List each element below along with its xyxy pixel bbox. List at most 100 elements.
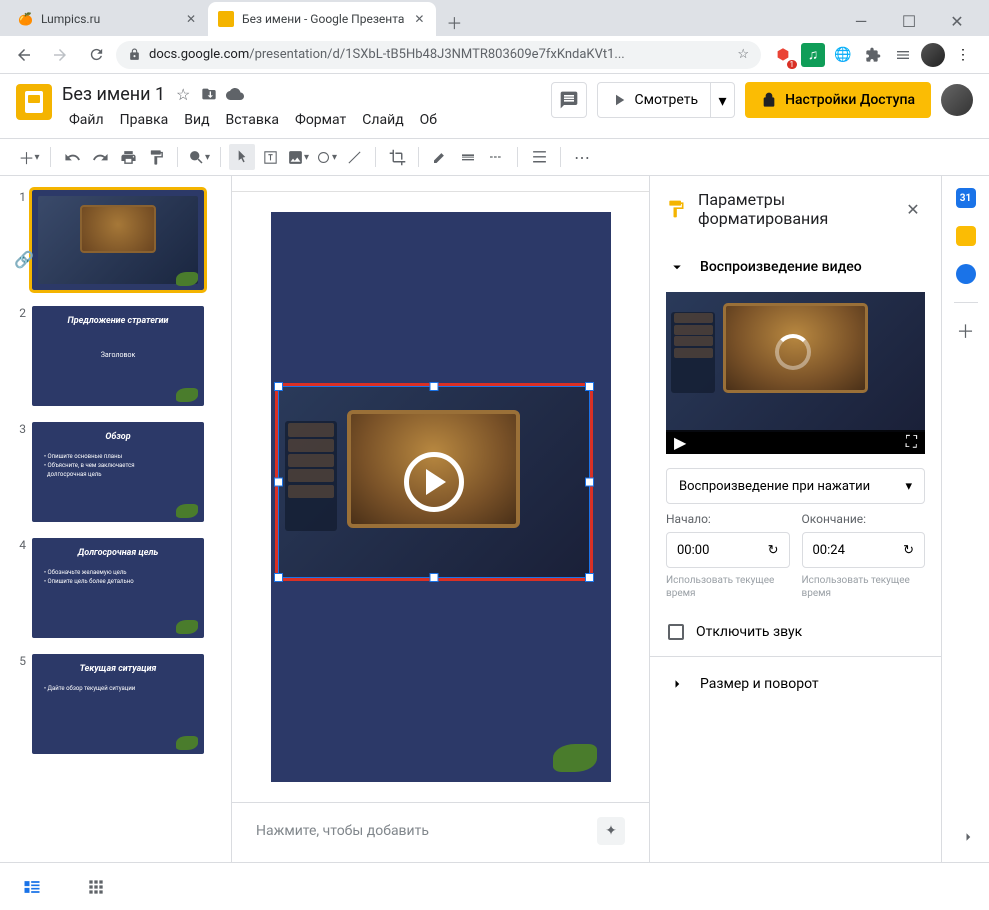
profile-avatar[interactable] (921, 43, 945, 67)
menu-insert[interactable]: Вставка (219, 108, 286, 132)
new-slide-button[interactable]: ＋ ▾ (16, 144, 42, 170)
menu-edit[interactable]: Правка (113, 108, 176, 132)
zoom-button[interactable]: ▾ (186, 144, 212, 170)
crop-tool[interactable] (384, 144, 410, 170)
minimize-button[interactable]: — (841, 6, 881, 36)
fullscreen-icon[interactable]: ⛶ (906, 432, 917, 452)
add-app-button[interactable]: ＋ (956, 321, 976, 341)
browser-tab-lumpics[interactable]: 🍊 Lumpics.ru ✕ (8, 2, 208, 36)
end-hint: Использовать текущее время (802, 574, 926, 600)
menu-button[interactable]: ⋮ (951, 43, 975, 67)
select-tool[interactable] (229, 144, 255, 170)
new-tab-button[interactable]: ＋ (440, 8, 468, 36)
keep-app-icon[interactable] (956, 226, 976, 246)
extension-icon[interactable]: ⬢1 (771, 43, 795, 67)
line-tool[interactable] (341, 144, 367, 170)
shape-tool[interactable]: ▾ (313, 144, 339, 170)
play-icon[interactable]: ▶ (674, 433, 686, 452)
thumbnail-2[interactable]: 2 Предложение стратегииЗаголовок (0, 302, 231, 418)
border-weight-button[interactable] (455, 144, 481, 170)
mute-checkbox[interactable] (668, 624, 684, 640)
textbox-tool[interactable] (257, 144, 283, 170)
present-button[interactable]: Смотреть ▾ (597, 82, 735, 118)
thumb-number: 5 (12, 654, 26, 754)
lock-icon (128, 48, 141, 61)
back-button[interactable] (8, 39, 40, 71)
cloud-icon[interactable] (223, 82, 247, 106)
print-button[interactable] (115, 144, 141, 170)
loading-icon (775, 334, 811, 370)
section-video-playback[interactable]: Воспроизведение видео (650, 242, 941, 292)
menu-file[interactable]: Файл (62, 108, 111, 132)
close-panel-button[interactable]: ✕ (901, 197, 925, 221)
undo-button[interactable] (59, 144, 85, 170)
move-icon[interactable] (197, 82, 221, 106)
menu-slide[interactable]: Слайд (355, 108, 410, 132)
forward-button[interactable] (44, 39, 76, 71)
grid-view-button[interactable] (84, 875, 108, 899)
video-preview[interactable]: ▶ ⛶ (666, 292, 925, 454)
thumbnail-5[interactable]: 5 Текущая ситуация• Дайте обзор текущей … (0, 650, 231, 766)
redo-button[interactable] (87, 144, 113, 170)
explore-button[interactable]: ✦ (597, 817, 625, 845)
border-color-button[interactable] (427, 144, 453, 170)
end-time-input[interactable]: 00:24↻ (802, 532, 926, 568)
maximize-button[interactable]: ☐ (889, 6, 929, 36)
slide[interactable] (271, 212, 611, 782)
extension-icon[interactable]: ♫ (801, 43, 825, 67)
menu-format[interactable]: Формат (288, 108, 353, 132)
extension-icon[interactable]: 🌐 (831, 43, 855, 67)
play-overlay-icon[interactable] (404, 452, 464, 512)
chevron-down-icon: ▾ (905, 479, 912, 494)
link-icon: 🔗 (14, 250, 28, 264)
slide-thumbnails: 1 🔗 2 Предложение стратегииЗаголовок 3 О… (0, 176, 232, 862)
comments-button[interactable] (551, 82, 587, 118)
tasks-app-icon[interactable] (956, 264, 976, 284)
filmstrip-view-button[interactable] (20, 875, 44, 899)
start-label: Начало: (666, 512, 790, 526)
paint-format-button[interactable] (143, 144, 169, 170)
thumbnail-3[interactable]: 3 Обзор• Опишите основные планы• Объясни… (0, 418, 231, 534)
section-size-rotation[interactable]: Размер и поворот (650, 657, 941, 711)
slides-logo-icon[interactable] (16, 84, 52, 120)
border-dash-button[interactable] (483, 144, 509, 170)
refresh-icon[interactable]: ↻ (768, 543, 779, 558)
thumbnail-1[interactable]: 1 🔗 (0, 186, 231, 302)
canvas[interactable]: Нажмите, чтобы добавить ✦ (232, 176, 649, 862)
format-options-button[interactable] (526, 144, 552, 170)
url-input[interactable]: docs.google.com/presentation/d/1SXbL-tB5… (116, 41, 761, 69)
refresh-icon[interactable]: ↻ (903, 543, 914, 558)
chevron-down-icon (668, 258, 686, 276)
tab-strip: 🍊 Lumpics.ru ✕ Без имени - Google Презен… (0, 0, 989, 36)
menu-view[interactable]: Вид (177, 108, 216, 132)
url-text: docs.google.com/presentation/d/1SXbL-tB5… (149, 47, 625, 62)
star-icon[interactable]: ☆ (737, 47, 749, 62)
start-time-input[interactable]: 00:00↻ (666, 532, 790, 568)
expand-sidebar-button[interactable] (959, 828, 977, 846)
ruler (232, 176, 649, 192)
decoration-leaf (553, 744, 597, 772)
thumbnail-4[interactable]: 4 Долгосрочная цель• Обозначьте желаемую… (0, 534, 231, 650)
close-button[interactable]: ✕ (937, 6, 977, 36)
extensions-button[interactable] (861, 43, 885, 67)
thumb-number: 4 (12, 538, 26, 638)
video-object[interactable] (279, 387, 589, 577)
reload-button[interactable] (80, 39, 112, 71)
app-header: Без имени 1 ☆ Файл Правка Вид Вставка Фо… (0, 74, 989, 132)
chevron-right-icon (668, 675, 686, 693)
doc-title[interactable]: Без имени 1 (62, 84, 165, 105)
account-avatar[interactable] (941, 84, 973, 116)
close-icon[interactable]: ✕ (184, 12, 198, 26)
calendar-app-icon[interactable]: 31 (956, 188, 976, 208)
share-button[interactable]: Настройки Доступа (745, 82, 931, 118)
speaker-notes[interactable]: Нажмите, чтобы добавить ✦ (232, 802, 649, 859)
menu-arrange[interactable]: Об (413, 108, 444, 132)
present-dropdown[interactable]: ▾ (710, 83, 734, 117)
playback-mode-select[interactable]: Воспроизведение при нажатии ▾ (666, 468, 925, 504)
reading-list-icon[interactable] (891, 43, 915, 67)
image-tool[interactable]: ▾ (285, 144, 311, 170)
star-icon[interactable]: ☆ (171, 82, 195, 106)
more-button[interactable]: ⋯ (569, 144, 595, 170)
browser-tab-slides[interactable]: Без имени - Google Презента ✕ (208, 2, 436, 36)
close-icon[interactable]: ✕ (412, 12, 426, 26)
